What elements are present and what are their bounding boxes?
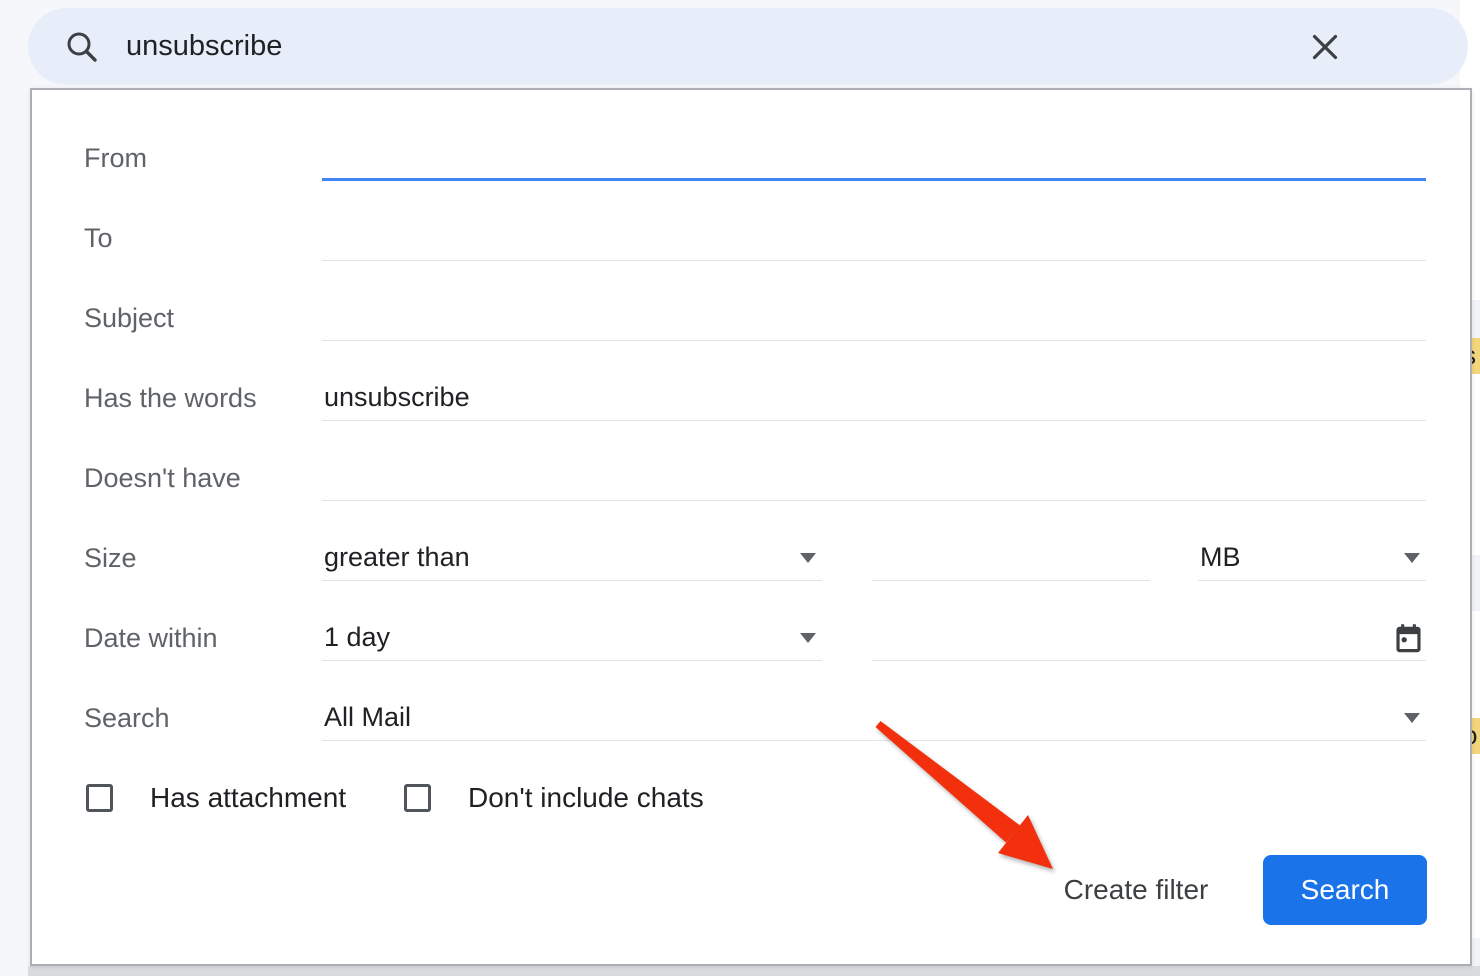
peek-text-fragment: j [1472,642,1480,676]
doesnt-have-row: Doesn't have [84,438,1426,518]
create-filter-button[interactable]: Create filter [1046,850,1226,930]
size-operator-select[interactable]: greater than [322,535,822,581]
size-amount-field[interactable] [872,535,1150,581]
chevron-down-icon [1404,713,1420,723]
size-operator-value: greater than [322,542,470,573]
subject-field[interactable] [322,295,1426,341]
date-range-select[interactable]: 1 day [322,615,822,661]
peek-text-fragment: d [1472,150,1480,184]
size-unit-value: MB [1198,542,1241,573]
dont-include-chats-checkbox[interactable] [404,784,431,812]
calendar-icon[interactable] [1393,623,1424,656]
close-icon[interactable] [1310,32,1340,62]
date-within-row: Date within 1 day [84,598,1426,678]
from-row: From [84,118,1426,198]
search-scope-value: All Mail [322,702,411,733]
search-button[interactable]: Search [1263,855,1427,925]
peek-text-fragment: s [1472,872,1480,906]
peek-text-fragment: o [1472,415,1480,449]
subject-label: Subject [84,303,322,334]
has-attachment-checkbox[interactable] [86,784,113,812]
peek-highlight-fragment: o [1472,718,1480,754]
chevron-down-icon [800,633,816,643]
chevron-down-icon [1404,553,1420,563]
from-label: From [84,143,322,174]
size-amount-input[interactable] [872,535,1150,580]
to-field[interactable] [322,215,1426,261]
has-words-input[interactable] [322,375,1426,420]
search-bar[interactable] [28,8,1468,85]
has-words-label: Has the words [84,383,322,414]
doesnt-have-label: Doesn't have [84,463,322,494]
to-row: To [84,198,1426,278]
date-field[interactable] [872,615,1426,661]
background-peek-strip: d s o e n j o a s [1472,0,1480,976]
subject-row: Subject [84,278,1426,358]
chevron-down-icon [800,553,816,563]
subject-input[interactable] [322,295,1426,340]
has-words-field[interactable] [322,375,1426,421]
has-attachment-label: Has attachment [150,782,346,814]
search-icon [64,29,100,65]
search-scope-row: Search All Mail [84,678,1426,758]
advanced-search-panel: From To Subject Has the words Doesn't ha… [30,88,1472,966]
peek-text-fragment: n [1472,565,1480,599]
date-within-label: Date within [84,623,322,654]
background-divider [28,966,1480,976]
doesnt-have-field[interactable] [322,455,1426,501]
date-input[interactable] [872,615,1426,660]
date-range-value: 1 day [322,622,390,653]
search-input[interactable] [124,29,1310,64]
to-input[interactable] [322,215,1426,260]
options-row: Has attachment Don't include chats [84,758,1426,838]
size-row: Size greater than MB [84,518,1426,598]
peek-text-fragment: a [1472,797,1480,831]
peek-text-fragment: e [1472,490,1480,524]
search-scope-select[interactable]: All Mail [322,695,1426,741]
size-label: Size [84,543,322,574]
doesnt-have-input[interactable] [322,455,1426,500]
from-field[interactable] [322,135,1426,181]
size-unit-select[interactable]: MB [1198,535,1426,581]
dont-include-chats-label: Don't include chats [468,782,704,814]
to-label: To [84,223,322,254]
from-input[interactable] [322,135,1426,178]
search-scope-label: Search [84,703,322,734]
has-words-row: Has the words [84,358,1426,438]
peek-highlight-fragment: s [1472,338,1480,374]
